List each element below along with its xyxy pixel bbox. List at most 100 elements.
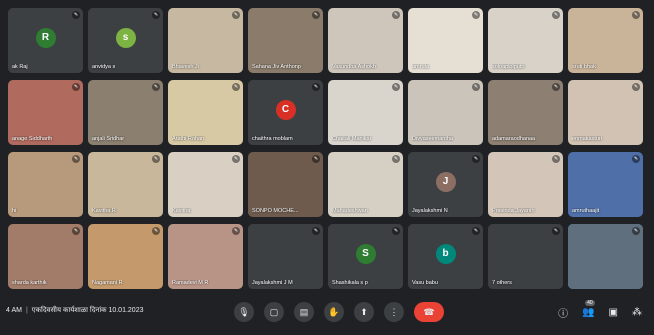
mic-status-icon: ✎ bbox=[232, 83, 240, 91]
participant-tile[interactable]: ✎ Divyaseemantha bbox=[408, 80, 483, 145]
participant-tile[interactable]: S ✎ Shashikala s p bbox=[328, 224, 403, 289]
participant-name: SONPO MOCHE... bbox=[252, 208, 299, 214]
participant-tile[interactable]: ✎ Ramadevi M R bbox=[168, 224, 243, 289]
people-button[interactable]: 40 👥 bbox=[582, 300, 595, 318]
participant-tile[interactable]: ✎ sruti bhak bbox=[568, 8, 643, 73]
chat-icon: ▣ bbox=[608, 307, 618, 318]
mic-status-icon: ✎ bbox=[632, 11, 640, 19]
participant-tile[interactable]: ✎ anjali Sridhar bbox=[88, 80, 163, 145]
mic-status-icon: ✎ bbox=[472, 83, 480, 91]
meeting-time: 4 AM bbox=[6, 307, 22, 314]
activities-icon: ⁂ bbox=[632, 307, 642, 318]
participant-tile[interactable]: s ✎ anvidya s bbox=[88, 8, 163, 73]
present-button[interactable]: ⬆ bbox=[354, 302, 374, 322]
participant-tile[interactable]: ✎ Kavitha bbox=[168, 152, 243, 217]
participant-tile[interactable]: ✎ Mahadeshwari bbox=[328, 152, 403, 217]
mic-status-icon: ✎ bbox=[552, 227, 560, 235]
meeting-info: 4 AM | एकदिवसीय कार्यशाळा दिनांक 10.01.202… bbox=[6, 306, 143, 315]
mic-icon: 🎙 bbox=[238, 306, 250, 317]
mic-status-icon: ✎ bbox=[72, 11, 80, 19]
participant-tile[interactable]: ✎ Chaitali Manikar bbox=[328, 80, 403, 145]
captions-icon: ▤ bbox=[299, 306, 309, 317]
mic-status-icon: ✎ bbox=[472, 227, 480, 235]
participant-name: sruti bhak bbox=[572, 64, 596, 70]
mic-status-icon: ✎ bbox=[392, 227, 400, 235]
participant-tile[interactable]: ✎ enmakasturi bbox=[568, 80, 643, 145]
mic-status-icon: ✎ bbox=[392, 155, 400, 163]
camera-icon: ▢ bbox=[269, 306, 279, 317]
participant-tile[interactable]: ✎ 7 others bbox=[488, 224, 563, 289]
mic-status-icon: ✎ bbox=[232, 11, 240, 19]
participant-tile[interactable]: ✎ adamaraodhanaa bbox=[488, 80, 563, 145]
participant-tile[interactable]: ✎ amruta bbox=[408, 8, 483, 73]
participant-name: Vasundha Ashokh bbox=[332, 64, 376, 70]
participant-tile[interactable]: ✎ hi bbox=[8, 152, 83, 217]
captions-button[interactable]: ▤ bbox=[294, 302, 314, 322]
participant-name: Nagamani R bbox=[92, 280, 123, 286]
participant-tile[interactable]: ✎ Kavitha R bbox=[88, 152, 163, 217]
participant-name: Shashikala s p bbox=[332, 280, 368, 286]
participant-name: 7 others bbox=[492, 280, 512, 286]
participant-tile[interactable]: ✎ Pravinda Jayanth bbox=[488, 152, 563, 217]
more-options-button[interactable]: ⋮ bbox=[384, 302, 404, 322]
participant-name: Pravinda Jayanth bbox=[492, 208, 535, 214]
participant-tile[interactable]: R ✎ ak Raj bbox=[8, 8, 83, 73]
participant-tile[interactable]: J ✎ Jayalakshmi N bbox=[408, 152, 483, 217]
participant-name: Divyaseemantha bbox=[412, 136, 453, 142]
meeting-title: एकदिवसीय कार्यशाळा दिनांक 10.01.2023 bbox=[31, 307, 144, 314]
mic-status-icon: ✎ bbox=[472, 11, 480, 19]
mic-toggle-button[interactable]: 🎙 bbox=[234, 302, 254, 322]
participant-name: anjali Sridhar bbox=[92, 136, 125, 142]
participant-tile[interactable]: b ✎ Vasu babu bbox=[408, 224, 483, 289]
participant-tile[interactable]: ✎ sharda karthik bbox=[8, 224, 83, 289]
side-panel-controls: ⓘ 40 👥 ▣ ⁂ bbox=[558, 300, 642, 320]
mic-status-icon: ✎ bbox=[72, 155, 80, 163]
participant-tile[interactable]: ✎ Sahana Jiv Anthonp bbox=[248, 8, 323, 73]
camera-toggle-button[interactable]: ▢ bbox=[264, 302, 284, 322]
raise-hand-button[interactable]: ✋ bbox=[324, 302, 344, 322]
participant-tile[interactable]: ✎ amruthaajit bbox=[568, 152, 643, 217]
participant-avatar: C bbox=[275, 99, 296, 120]
participant-tile[interactable]: ✎ SONPO MOCHE... bbox=[248, 152, 323, 217]
participant-avatar: R bbox=[35, 27, 56, 48]
participant-tile[interactable]: ✎ Vasundha Ashokh bbox=[328, 8, 403, 73]
participant-name: Sahana Jiv Anthonp bbox=[252, 64, 301, 70]
mic-status-icon: ✎ bbox=[152, 11, 160, 19]
participant-name: amruta bbox=[412, 64, 430, 70]
participant-tile[interactable]: ✎ soloaplolputh bbox=[488, 8, 563, 73]
participant-tile[interactable]: ✎ bbox=[568, 224, 643, 289]
participant-name: sharda karthik bbox=[12, 280, 47, 286]
participant-tile[interactable]: ✎ Nagamani R bbox=[88, 224, 163, 289]
present-icon: ⬆ bbox=[360, 306, 368, 317]
participant-tile[interactable]: ✎ Bhavesh Ji bbox=[168, 8, 243, 73]
participant-tile[interactable]: ✎ Jayalakshmi J M bbox=[248, 224, 323, 289]
mic-status-icon: ✎ bbox=[552, 83, 560, 91]
mic-status-icon: ✎ bbox=[472, 155, 480, 163]
leave-call-button[interactable]: ☎ bbox=[414, 302, 444, 322]
mic-status-icon: ✎ bbox=[632, 155, 640, 163]
participant-tile[interactable]: ✎ anage Siddharth bbox=[8, 80, 83, 145]
participant-tile[interactable]: C ✎ chaithra moblam bbox=[248, 80, 323, 145]
mic-status-icon: ✎ bbox=[552, 11, 560, 19]
info-separator: | bbox=[25, 307, 28, 314]
more-vert-icon: ⋮ bbox=[389, 306, 399, 317]
participant-video bbox=[568, 224, 643, 289]
mic-status-icon: ✎ bbox=[152, 155, 160, 163]
mic-status-icon: ✎ bbox=[632, 227, 640, 235]
chat-button[interactable]: ▣ bbox=[609, 307, 618, 318]
participant-name: Ramadevi M R bbox=[172, 280, 209, 286]
participant-avatar: b bbox=[435, 243, 456, 264]
activities-button[interactable]: ⁂ bbox=[632, 307, 642, 318]
hand-icon: ✋ bbox=[328, 306, 340, 317]
mic-status-icon: ✎ bbox=[152, 83, 160, 91]
participant-name: Kavitha R bbox=[92, 208, 116, 214]
mic-status-icon: ✎ bbox=[552, 155, 560, 163]
participant-name: soloaplolputh bbox=[492, 64, 525, 70]
participant-tile[interactable]: ✎ Arathi Rohan bbox=[168, 80, 243, 145]
participant-name: anage Siddharth bbox=[12, 136, 53, 142]
mic-status-icon: ✎ bbox=[232, 155, 240, 163]
participant-name: Arathi Rohan bbox=[172, 136, 205, 142]
hang-up-icon: ☎ bbox=[423, 306, 435, 317]
mic-status-icon: ✎ bbox=[312, 227, 320, 235]
info-button[interactable]: ⓘ bbox=[558, 305, 568, 320]
